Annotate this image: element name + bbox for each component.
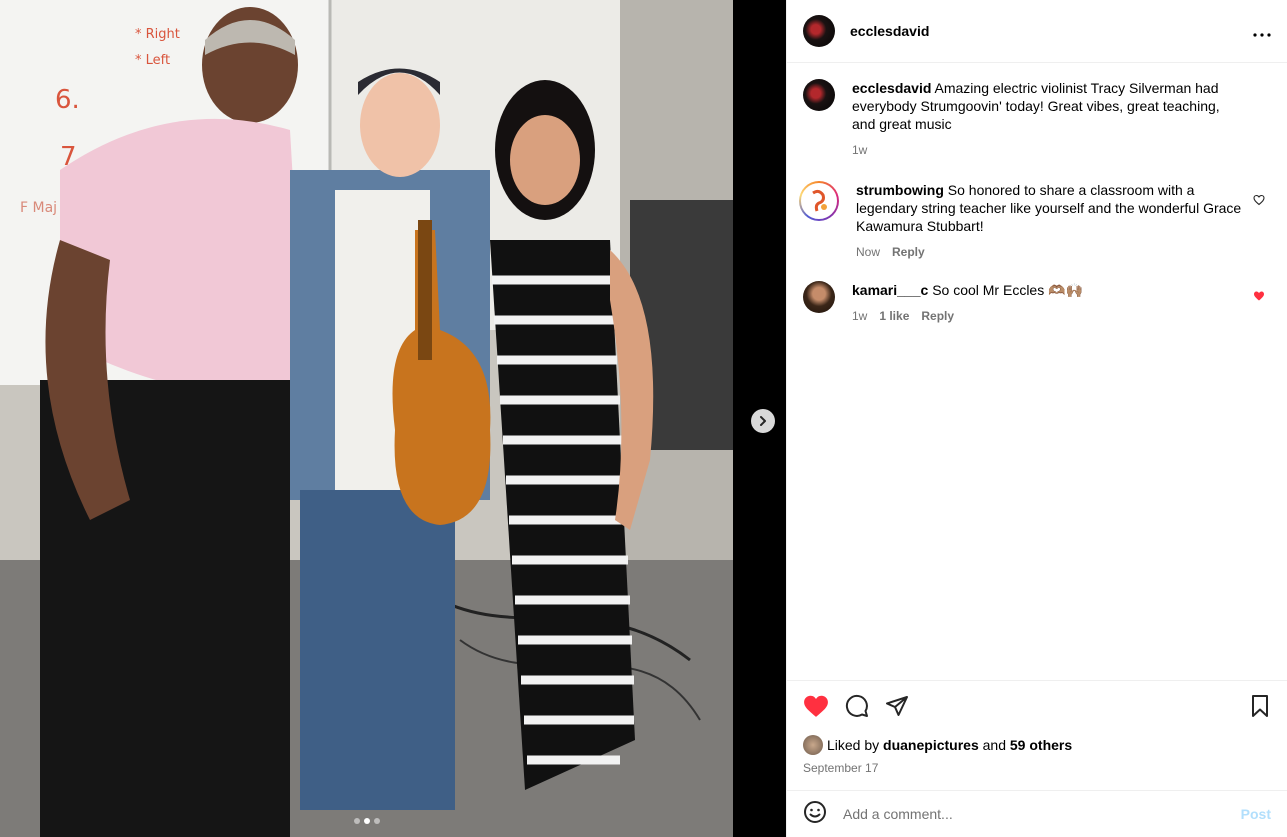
emoji-icon[interactable] <box>803 800 827 829</box>
comment-like-icon[interactable] <box>1253 193 1265 211</box>
comment-text: So cool Mr Eccles 🫶🏽🙌🏽 <box>932 282 1083 298</box>
commenter-avatar-story-ring[interactable] <box>799 181 839 221</box>
liker-avatar[interactable] <box>803 735 823 755</box>
svg-text:* Left: * Left <box>135 53 170 68</box>
comment-time[interactable]: 1w <box>852 307 867 325</box>
post-actions: Liked by duanepictures and 59 others Sep… <box>787 680 1287 790</box>
post-header: ecclesdavid <box>787 0 1287 63</box>
carousel-dot <box>354 818 360 824</box>
likes-others-link[interactable]: 59 others <box>1010 737 1072 753</box>
post-photo[interactable]: 6. 7. F Maj * Right * Left <box>0 0 733 837</box>
comment-input[interactable] <box>843 806 1241 822</box>
more-options-icon[interactable] <box>1253 21 1271 42</box>
author-username[interactable]: ecclesdavid <box>850 23 929 39</box>
reply-button[interactable]: Reply <box>921 307 954 325</box>
share-paper-plane-icon[interactable] <box>885 694 909 723</box>
commenter-avatar <box>801 183 837 219</box>
caption-time[interactable]: 1w <box>852 141 867 159</box>
comment-bubble-icon[interactable] <box>845 694 869 723</box>
strumbowing-logo-icon <box>812 189 827 212</box>
comment-item: strumbowing So honored to share a classr… <box>799 181 1271 261</box>
carousel-indicator <box>354 818 380 824</box>
comment-item: kamari___c So cool Mr Eccles 🫶🏽🙌🏽 1w 1 l… <box>803 281 1271 325</box>
commenter-avatar[interactable] <box>803 281 835 313</box>
comments-list[interactable]: ecclesdavid Amazing electric violinist T… <box>787 63 1287 680</box>
reply-button[interactable]: Reply <box>892 243 925 261</box>
chevron-right-icon <box>760 416 766 426</box>
svg-text:F Maj: F Maj <box>20 200 57 216</box>
photo-illustration: 6. 7. F Maj * Right * Left <box>0 0 733 837</box>
comment-liked-heart-icon[interactable] <box>1253 289 1265 307</box>
post-media: 6. 7. F Maj * Right * Left <box>0 0 786 837</box>
post-date[interactable]: September 17 <box>803 761 1271 775</box>
comment-time[interactable]: Now <box>856 243 880 261</box>
caption-username[interactable]: ecclesdavid <box>852 80 931 96</box>
bookmark-icon[interactable] <box>1249 694 1271 723</box>
carousel-dot <box>374 818 380 824</box>
post-side-panel: ecclesdavid ecclesdavid Amazing electric… <box>786 0 1287 837</box>
svg-text:* Right: * Right <box>135 27 180 42</box>
likes-summary: Liked by duanepictures and 59 others <box>803 735 1271 755</box>
add-comment-bar: Post <box>787 790 1287 837</box>
commenter-username[interactable]: strumbowing <box>856 182 944 198</box>
comment-likes-count[interactable]: 1 like <box>879 307 909 325</box>
svg-text:6.: 6. <box>55 85 80 115</box>
like-heart-icon[interactable] <box>803 694 829 723</box>
caption-avatar[interactable] <box>803 79 835 111</box>
liker-username[interactable]: duanepictures <box>883 737 979 753</box>
commenter-username[interactable]: kamari___c <box>852 282 928 298</box>
carousel-dot-active <box>364 818 370 824</box>
caption: ecclesdavid Amazing electric violinist T… <box>803 79 1271 159</box>
next-photo-button[interactable] <box>751 409 775 433</box>
post-comment-button[interactable]: Post <box>1241 806 1271 822</box>
author-avatar[interactable] <box>803 15 835 47</box>
